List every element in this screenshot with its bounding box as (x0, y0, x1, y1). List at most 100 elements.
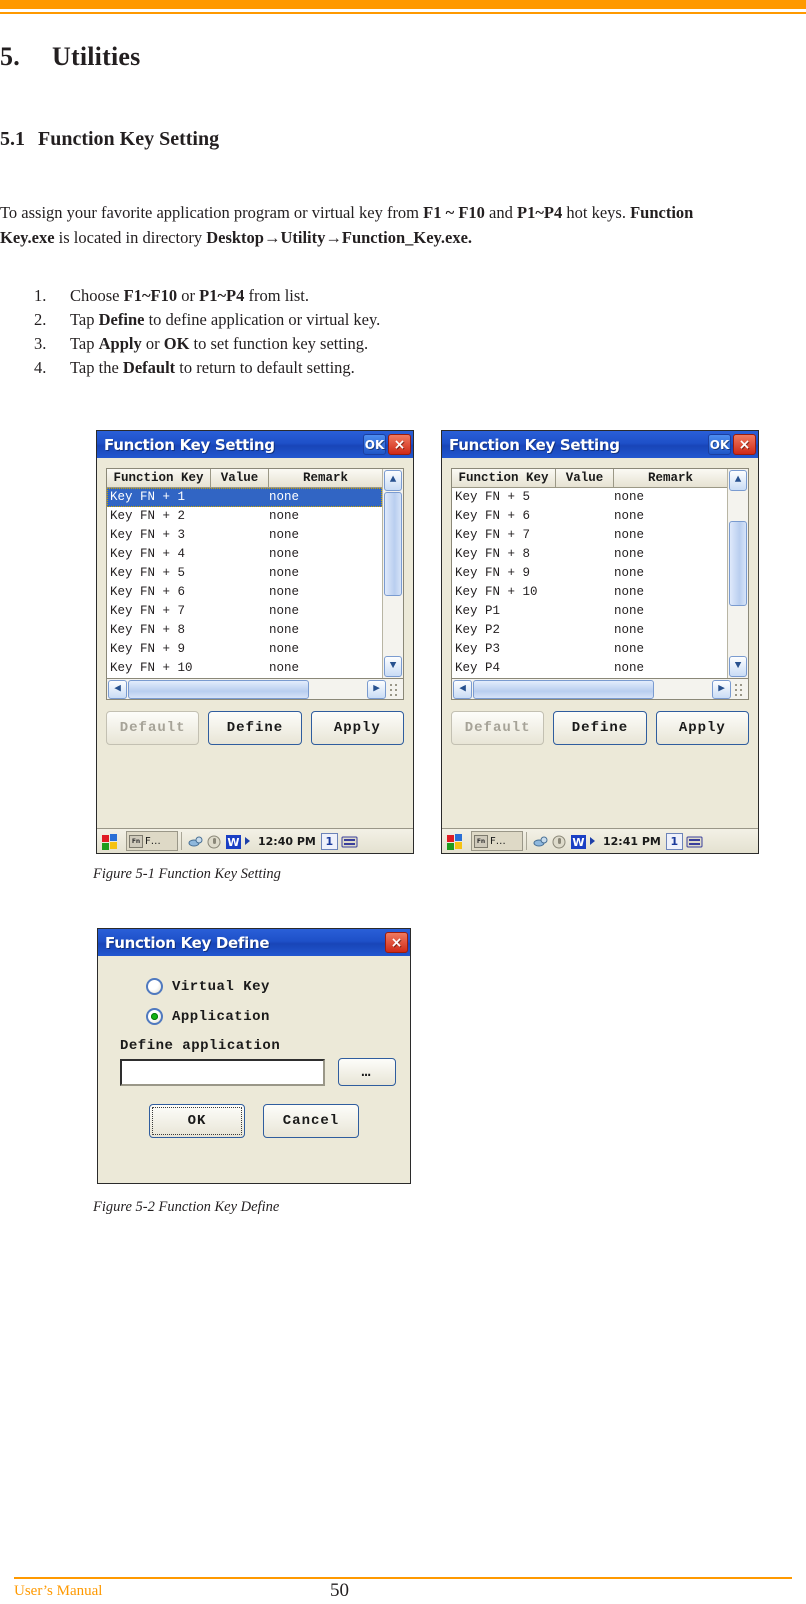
ok-button[interactable]: OK (149, 1104, 245, 1138)
ok-titlebar-button[interactable]: OK (708, 434, 731, 455)
table-row[interactable]: Key FN + 10 none (107, 659, 382, 678)
resize-grip-icon[interactable] (732, 680, 748, 699)
taskbar-indicator[interactable]: 1 (320, 832, 338, 850)
keyboard-input-icon[interactable] (341, 834, 359, 849)
browse-button[interactable]: … (338, 1058, 396, 1086)
scroll-down-icon[interactable]: ▼ (729, 656, 747, 677)
scroll-right-icon[interactable]: ▶ (367, 679, 386, 699)
word-icon[interactable]: W (226, 834, 241, 849)
window-title: Function Key Setting (449, 435, 620, 454)
table-row[interactable]: Key FN + 7 none (107, 602, 382, 621)
taskbar-task-button[interactable]: Fn F… (471, 831, 523, 851)
default-button[interactable]: Default (106, 711, 200, 745)
network-icon[interactable] (188, 834, 203, 848)
taskbar[interactable]: Fn F… W 12:41 PM 1 (442, 828, 758, 853)
listview-header: Function Key Value Remark (452, 469, 727, 488)
column-header-value[interactable]: Value (556, 469, 614, 488)
word-icon[interactable]: W (571, 834, 586, 849)
horizontal-scrollbar[interactable]: ◀ ▶ (451, 679, 749, 700)
function-key-define-dialog[interactable]: Function Key Define × Virtual Key Applic… (97, 928, 411, 1184)
scroll-up-icon[interactable]: ▲ (384, 470, 402, 491)
radio-option-application[interactable]: Application (146, 1008, 396, 1025)
step-item: 1. Choose F1~F10 or P1~P4 from list. (34, 284, 674, 307)
table-row[interactable]: Key FN + 6 none (452, 507, 727, 526)
tray-expand-icon[interactable] (590, 837, 595, 845)
define-button[interactable]: Define (208, 711, 302, 745)
cell-remark: none (614, 623, 645, 637)
apply-button[interactable]: Apply (310, 711, 404, 745)
tray-expand-icon[interactable] (245, 837, 250, 845)
scroll-left-icon[interactable]: ◀ (108, 679, 127, 699)
taskbar-clock[interactable]: 12:41 PM (601, 835, 663, 848)
define-application-input[interactable] (120, 1058, 325, 1086)
table-row[interactable]: Key FN + 2 none (107, 507, 382, 526)
table-row[interactable]: Key FN + 5 none (452, 488, 727, 507)
column-header-function-key[interactable]: Function Key (107, 469, 211, 488)
apply-button[interactable]: Apply (655, 711, 749, 745)
table-row[interactable]: Key FN + 7 none (452, 526, 727, 545)
taskbar[interactable]: Fn F… W 12:40 PM 1 (97, 828, 413, 853)
table-row[interactable]: Key FN + 1 none (107, 488, 382, 507)
table-row[interactable]: Key FN + 9 none (452, 564, 727, 583)
table-row[interactable]: Key FN + 8 none (107, 621, 382, 640)
horizontal-scrollbar[interactable]: ◀ ▶ (106, 679, 404, 700)
table-row[interactable]: Key P3 none (452, 640, 727, 659)
close-icon[interactable]: × (733, 434, 756, 455)
taskbar-clock[interactable]: 12:40 PM (256, 835, 318, 848)
close-icon[interactable]: × (385, 932, 408, 953)
function-key-setting-window-right[interactable]: Function Key Setting OK × Function Key V… (441, 430, 759, 854)
resize-grip-icon[interactable] (387, 680, 403, 699)
cancel-button[interactable]: Cancel (263, 1104, 359, 1138)
vertical-scroll-thumb[interactable] (729, 521, 747, 607)
horizontal-scroll-thumb[interactable] (128, 679, 309, 699)
vertical-scroll-track[interactable] (383, 492, 403, 655)
vertical-scroll-thumb[interactable] (384, 492, 402, 597)
scroll-left-icon[interactable]: ◀ (453, 679, 472, 699)
table-row[interactable]: Key P4 none (452, 659, 727, 678)
start-button-icon[interactable] (99, 831, 123, 852)
vertical-scrollbar[interactable]: ▲ ▼ (382, 469, 403, 678)
close-icon[interactable]: × (388, 434, 411, 455)
function-key-listview[interactable]: Function Key Value Remark Key FN + 5 none… (451, 468, 749, 679)
volume-icon[interactable] (552, 834, 567, 849)
table-row[interactable]: Key P2 none (452, 621, 727, 640)
function-key-setting-window-left[interactable]: Function Key Setting OK × Function Key V… (96, 430, 414, 854)
radio-icon-application[interactable] (146, 1008, 163, 1025)
default-button[interactable]: Default (451, 711, 545, 745)
horizontal-scroll-thumb[interactable] (473, 679, 654, 699)
ok-titlebar-button[interactable]: OK (363, 434, 386, 455)
scroll-up-icon[interactable]: ▲ (729, 470, 747, 491)
column-header-remark[interactable]: Remark (614, 469, 727, 488)
vertical-scrollbar[interactable]: ▲ ▼ (727, 469, 748, 678)
network-icon[interactable] (533, 834, 548, 848)
taskbar-task-button[interactable]: Fn F… (126, 831, 178, 851)
system-tray[interactable]: W (185, 834, 253, 849)
vertical-scroll-track[interactable] (728, 492, 748, 655)
radio-icon-virtual-key[interactable] (146, 978, 163, 995)
volume-icon[interactable] (207, 834, 222, 849)
table-row[interactable]: Key FN + 3 none (107, 526, 382, 545)
table-row[interactable]: Key FN + 9 none (107, 640, 382, 659)
column-header-remark[interactable]: Remark (269, 469, 382, 488)
table-row[interactable]: Key P1 none (452, 602, 727, 621)
radio-option-virtual-key[interactable]: Virtual Key (146, 978, 396, 995)
scroll-down-icon[interactable]: ▼ (384, 656, 402, 677)
titlebar: Function Key Setting OK × (442, 431, 758, 458)
system-tray[interactable]: W (530, 834, 598, 849)
function-key-listview[interactable]: Function Key Value Remark Key FN + 1 none… (106, 468, 404, 679)
start-button-icon[interactable] (444, 831, 468, 852)
define-button[interactable]: Define (553, 711, 647, 745)
table-row[interactable]: Key FN + 10 none (452, 583, 727, 602)
column-header-function-key[interactable]: Function Key (452, 469, 556, 488)
table-row[interactable]: Key FN + 5 none (107, 564, 382, 583)
column-header-value[interactable]: Value (211, 469, 269, 488)
table-row[interactable]: Key FN + 4 none (107, 545, 382, 564)
table-row[interactable]: Key FN + 6 none (107, 583, 382, 602)
taskbar-indicator[interactable]: 1 (665, 832, 683, 850)
table-row[interactable]: Key FN + 8 none (452, 545, 727, 564)
horizontal-scroll-track[interactable] (473, 679, 711, 699)
scroll-right-icon[interactable]: ▶ (712, 679, 731, 699)
cell-value (211, 526, 269, 545)
horizontal-scroll-track[interactable] (128, 679, 366, 699)
keyboard-input-icon[interactable] (686, 834, 704, 849)
